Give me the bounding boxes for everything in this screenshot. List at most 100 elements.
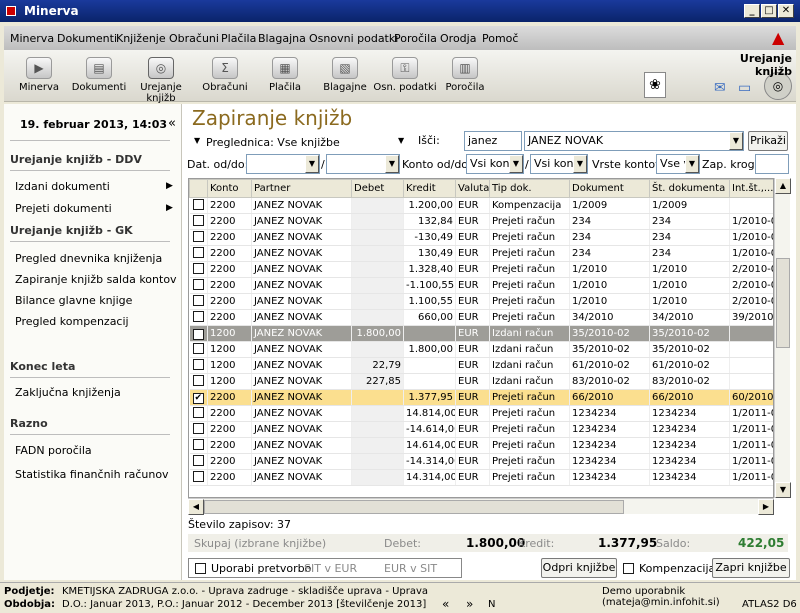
row-checkbox[interactable] bbox=[192, 198, 204, 210]
toolbar-urejanje-knjizb-button[interactable]: ◎ Urejanje knjižb bbox=[126, 52, 196, 104]
nav-next-icon[interactable]: » bbox=[466, 597, 473, 611]
convert-checkbox[interactable] bbox=[195, 563, 206, 574]
row-checkbox[interactable] bbox=[192, 294, 204, 306]
table-row[interactable]: 2200 JANEZ NOVAK 1.200,00 EUR Kompenzacija 1/… bbox=[189, 197, 773, 214]
scroll-left-icon[interactable]: ◀ bbox=[188, 499, 204, 515]
column-header[interactable]: Tip dok. bbox=[489, 179, 570, 198]
chevron-down-icon[interactable]: ▼ bbox=[729, 132, 743, 150]
menu-knjizenje[interactable]: Knjiženje bbox=[116, 32, 166, 45]
column-header[interactable] bbox=[189, 179, 208, 198]
sidebar-item-zapiranje-knjizb[interactable]: Zapiranje knjižb salda kontov bbox=[15, 273, 177, 286]
scroll-thumb[interactable] bbox=[776, 258, 790, 348]
chevron-down-icon[interactable]: ▼ bbox=[509, 155, 523, 173]
row-checkbox[interactable] bbox=[192, 438, 204, 450]
open-entries-button[interactable]: Odpri knjižbe bbox=[541, 558, 617, 578]
menu-porocila[interactable]: Poročila bbox=[394, 32, 437, 45]
table-row[interactable]: ✔ 1200 JANEZ NOVAK 1.800,00 EUR Izdani račun 3… bbox=[189, 325, 773, 342]
column-header[interactable]: Valuta bbox=[455, 179, 490, 198]
row-checkbox[interactable] bbox=[192, 246, 204, 258]
chevron-down-icon[interactable]: ▼ bbox=[573, 155, 587, 173]
table-row[interactable]: 2200 JANEZ NOVAK -14.614,00 EUR Prejeti raču… bbox=[189, 421, 773, 438]
row-checkbox[interactable] bbox=[192, 374, 204, 386]
search-input[interactable]: janez bbox=[464, 131, 522, 151]
column-header[interactable]: Debet bbox=[351, 179, 404, 198]
scroll-down-icon[interactable]: ▼ bbox=[775, 482, 791, 498]
column-header[interactable]: Št. dokumenta bbox=[649, 179, 730, 198]
krog-input[interactable] bbox=[755, 154, 789, 174]
keyboard-icon[interactable]: ▭ bbox=[738, 80, 751, 96]
row-checkbox[interactable] bbox=[192, 454, 204, 466]
column-header[interactable]: Dokument bbox=[569, 179, 650, 198]
row-checkbox[interactable] bbox=[192, 262, 204, 274]
sidebar-item-izdani-dokumenti[interactable]: Izdani dokumenti bbox=[15, 180, 110, 193]
toolbar-porocila-button[interactable]: ▥ Poročila bbox=[430, 52, 500, 100]
scroll-up-icon[interactable]: ▲ bbox=[775, 178, 791, 194]
column-header[interactable]: Partner bbox=[251, 179, 352, 198]
table-row[interactable]: 2200 JANEZ NOVAK -130,49 EUR Prejeti račun 23… bbox=[189, 229, 773, 246]
show-button[interactable]: Prikaži bbox=[748, 131, 788, 151]
sidebar-item-statistika[interactable]: Statistika finančnih računov bbox=[15, 468, 169, 481]
sidebar-item-bilance[interactable]: Bilance glavne knjige bbox=[15, 294, 132, 307]
row-checkbox[interactable]: ✔ bbox=[192, 392, 204, 404]
partner-select[interactable]: JANEZ NOVAK bbox=[524, 131, 744, 151]
row-checkbox[interactable] bbox=[192, 406, 204, 418]
view-selector[interactable]: Preglednica: Vse knjižbe bbox=[206, 136, 340, 149]
table-row[interactable]: 1200 JANEZ NOVAK 1.800,00 EUR Izdani račun 35… bbox=[189, 341, 773, 358]
table-row[interactable]: 1200 JANEZ NOVAK 227,85 EUR Izdani račun 83/2… bbox=[189, 373, 773, 390]
scroll-thumb[interactable] bbox=[204, 500, 624, 514]
table-row[interactable]: 2200 JANEZ NOVAK 14.814,00 EUR Prejeti račun… bbox=[189, 405, 773, 422]
table-row[interactable]: 2200 JANEZ NOVAK -14.314,00 EUR Prejeti raču… bbox=[189, 453, 773, 470]
dropdown-arrow-icon[interactable]: ▼ bbox=[398, 136, 404, 145]
paw-icon[interactable]: ❀ bbox=[644, 72, 666, 98]
menu-obracuni[interactable]: Obračuni bbox=[169, 32, 219, 45]
compensation-checkbox[interactable] bbox=[623, 563, 634, 574]
row-checkbox[interactable] bbox=[192, 422, 204, 434]
table-row[interactable]: 2200 JANEZ NOVAK 1.100,55 EUR Prejeti račun 1… bbox=[189, 293, 773, 310]
nav-n[interactable]: N bbox=[488, 599, 495, 610]
sidebar-item-pregled-kompenzacij[interactable]: Pregled kompenzacij bbox=[15, 315, 129, 328]
row-checkbox[interactable] bbox=[192, 470, 204, 482]
table-row[interactable]: 2200 JANEZ NOVAK -1.100,55 EUR Prejeti račun… bbox=[189, 277, 773, 294]
menu-placila[interactable]: Plačila bbox=[221, 32, 256, 45]
menu-orodja[interactable]: Orodja bbox=[440, 32, 476, 45]
close-entries-button[interactable]: Zapri knjižbe bbox=[712, 558, 790, 578]
vertical-scrollbar[interactable]: ▲ ▼ bbox=[774, 178, 791, 498]
row-checkbox[interactable]: ✔ bbox=[192, 328, 204, 340]
menu-osnovni-podatki[interactable]: Osnovni podatki bbox=[309, 32, 398, 45]
menu-blagajna[interactable]: Blagajna bbox=[258, 32, 306, 45]
chevron-down-icon[interactable]: ▼ bbox=[305, 155, 319, 173]
table-row[interactable]: 2200 JANEZ NOVAK 14.614,00 EUR Prejeti račun… bbox=[189, 437, 773, 454]
table-row[interactable]: ✔ 2200 JANEZ NOVAK 1.377,95 EUR Prejeti račun… bbox=[189, 389, 773, 406]
table-row[interactable]: 2200 JANEZ NOVAK 132,84 EUR Prejeti račun 234… bbox=[189, 213, 773, 230]
toolbar-dokumenti-button[interactable]: ▤ Dokumenti bbox=[64, 52, 134, 100]
dropdown-arrow-icon[interactable]: ▼ bbox=[194, 136, 200, 145]
table-row[interactable]: 2200 JANEZ NOVAK 14.314,00 EUR Prejeti račun… bbox=[189, 469, 773, 486]
menu-pomoc[interactable]: Pomoč bbox=[482, 32, 518, 45]
column-header[interactable]: Konto bbox=[207, 179, 252, 198]
table-row[interactable]: 1200 JANEZ NOVAK 22,79 EUR Izdani račun 61/20… bbox=[189, 357, 773, 374]
sidebar-item-prejeti-dokumenti[interactable]: Prejeti dokumenti bbox=[15, 202, 112, 215]
column-header[interactable]: Kredit bbox=[403, 179, 456, 198]
sidebar-item-pregled-dnevnika[interactable]: Pregled dnevnika knjiženja bbox=[15, 252, 162, 265]
mail-icon[interactable]: ✉ bbox=[714, 80, 726, 96]
row-checkbox[interactable] bbox=[192, 358, 204, 370]
column-header[interactable]: Int.št.,... bbox=[729, 179, 773, 198]
table-row[interactable]: 2200 JANEZ NOVAK 130,49 EUR Prejeti račun 234… bbox=[189, 245, 773, 262]
row-checkbox[interactable] bbox=[192, 230, 204, 242]
menu-minerva[interactable]: Minerva bbox=[10, 32, 54, 45]
minimize-icon[interactable]: _ bbox=[744, 4, 760, 18]
row-checkbox[interactable] bbox=[192, 310, 204, 322]
close-icon[interactable]: ✕ bbox=[778, 4, 794, 18]
row-checkbox[interactable] bbox=[192, 278, 204, 290]
row-checkbox[interactable] bbox=[192, 214, 204, 226]
row-checkbox[interactable] bbox=[192, 342, 204, 354]
scroll-right-icon[interactable]: ▶ bbox=[758, 499, 774, 515]
maximize-icon[interactable]: □ bbox=[761, 4, 777, 18]
horizontal-scrollbar[interactable]: ◀ ▶ bbox=[188, 498, 774, 515]
radio-eur-sit[interactable]: EUR v SIT bbox=[384, 562, 437, 575]
sidebar-item-zakljucna[interactable]: Zaključna knjiženja bbox=[15, 386, 121, 399]
table-row[interactable]: 2200 JANEZ NOVAK 1.328,40 EUR Prejeti račun 1… bbox=[189, 261, 773, 278]
nav-prev-icon[interactable]: « bbox=[442, 597, 449, 611]
radio-sit-eur[interactable]: SIT v EUR bbox=[304, 562, 357, 575]
menu-dokumenti[interactable]: Dokumenti bbox=[57, 32, 117, 45]
